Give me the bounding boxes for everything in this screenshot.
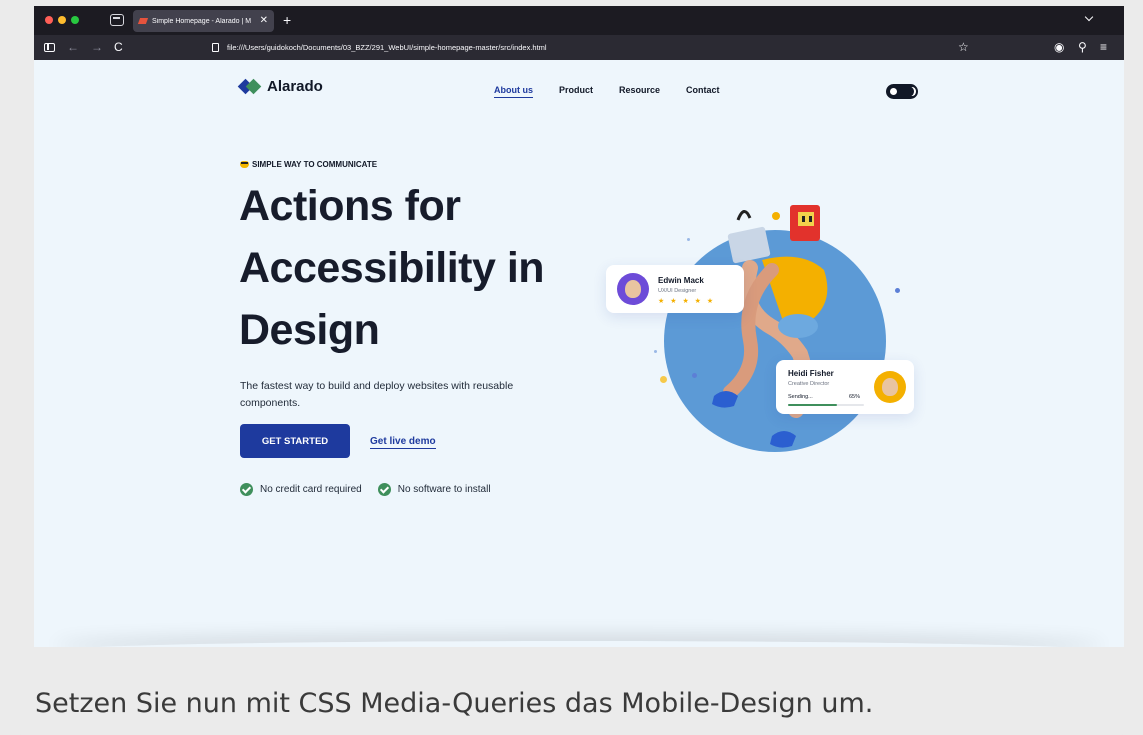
- tab-overview-icon[interactable]: [110, 14, 124, 26]
- new-tab-button[interactable]: +: [283, 12, 291, 28]
- tab-close-icon[interactable]: ✕: [260, 16, 268, 26]
- nav-contact[interactable]: Contact: [686, 85, 720, 98]
- progress-percent: 65%: [849, 394, 861, 400]
- viewport-bottom-shadow: [54, 641, 1104, 647]
- eyebrow-text: SIMPLE WAY TO COMMUNICATE: [252, 160, 378, 169]
- browser-tab[interactable]: Simple Homepage - Alarado | M ✕: [133, 10, 274, 32]
- avatar: [617, 273, 649, 305]
- tab-title: Simple Homepage - Alarado | M: [152, 17, 252, 25]
- nav-product[interactable]: Product: [559, 85, 593, 98]
- headline-line-1: Actions for: [239, 182, 461, 230]
- reload-icon[interactable]: C: [114, 40, 123, 54]
- progress-fill: [788, 404, 838, 406]
- headline-line-2: Accessibility in: [239, 244, 545, 292]
- tab-favicon-icon: [137, 18, 149, 24]
- bookmark-star-icon[interactable]: ☆: [958, 40, 969, 54]
- get-started-button[interactable]: GET STARTED: [240, 424, 350, 458]
- hero-headline: Actions for Accessibility in Design: [239, 175, 599, 361]
- close-window-button[interactable]: [45, 16, 53, 24]
- site-logo[interactable]: Alarado: [237, 78, 323, 95]
- hero-lead: The fastest way to build and deploy webs…: [240, 380, 514, 409]
- feature-list: No credit card required No software to i…: [240, 483, 491, 496]
- nav-resource[interactable]: Resource: [619, 85, 660, 98]
- minimize-window-button[interactable]: [58, 16, 66, 24]
- live-demo-link[interactable]: Get live demo: [370, 436, 436, 449]
- sidebar-icon[interactable]: [44, 43, 55, 52]
- feature-item: No credit card required: [240, 483, 362, 496]
- card-name: Edwin Mack: [658, 276, 704, 285]
- chevron-down-icon[interactable]: [1084, 12, 1094, 22]
- card-name: Heidi Fisher: [788, 369, 834, 378]
- title-bar: Simple Homepage - Alarado | M ✕ +: [34, 6, 1124, 35]
- check-icon: [377, 483, 391, 496]
- page-viewport: Alarado About us Product Resource Contac…: [34, 60, 1124, 647]
- feature-label: No software to install: [397, 484, 491, 495]
- logo-text: Alarado: [267, 78, 323, 95]
- logo-diamond-icon: [237, 78, 262, 94]
- feature-item: No software to install: [377, 483, 491, 496]
- sunglasses-emoji-icon: [240, 161, 249, 168]
- moon-icon: [907, 87, 914, 96]
- menu-icon[interactable]: ≡: [1100, 40, 1107, 54]
- maximize-window-button[interactable]: [71, 16, 79, 24]
- sun-icon: [888, 86, 899, 97]
- hero-illustration: Edwin Mack UX/UI Designer ★ ★ ★ ★ ★ Heid…: [594, 190, 934, 470]
- character-figure-icon: [712, 205, 828, 448]
- page-icon: [212, 43, 219, 52]
- caption: Setzen Sie nun mit CSS Media-Queries das…: [35, 688, 874, 719]
- theme-toggle[interactable]: [886, 84, 918, 99]
- feature-label: No credit card required: [260, 484, 362, 495]
- nav-about-us[interactable]: About us: [494, 85, 533, 98]
- browser-window: Simple Homepage - Alarado | M ✕ + ← → C …: [34, 6, 1124, 647]
- progress-bar: [788, 404, 864, 406]
- eyebrow: SIMPLE WAY TO COMMUNICATE: [240, 160, 377, 169]
- main-nav: About us Product Resource Contact: [494, 85, 720, 98]
- rating-stars-icon: ★ ★ ★ ★ ★: [658, 298, 716, 305]
- sending-status: Sending...: [788, 394, 813, 400]
- forward-icon[interactable]: →: [91, 40, 103, 54]
- url-bar[interactable]: file:///Users/guidokoch/Documents/03_BZZ…: [227, 43, 547, 52]
- back-icon[interactable]: ←: [67, 40, 79, 54]
- extensions-icon[interactable]: ⚲: [1078, 40, 1087, 54]
- navigation-toolbar: ← → C file:///Users/guidokoch/Documents/…: [34, 35, 1124, 60]
- headline-line-3: Design: [239, 306, 380, 354]
- avatar: [874, 371, 906, 403]
- profile-card-edwin: Edwin Mack UX/UI Designer ★ ★ ★ ★ ★: [606, 265, 744, 313]
- check-icon: [240, 483, 253, 496]
- card-role: Creative Director: [788, 381, 830, 387]
- decor-dot: [895, 288, 900, 293]
- profile-card-heidi: Heidi Fisher Creative Director Sending..…: [776, 360, 914, 414]
- card-role: UX/UI Designer: [658, 288, 697, 294]
- account-icon[interactable]: ◉: [1054, 40, 1064, 54]
